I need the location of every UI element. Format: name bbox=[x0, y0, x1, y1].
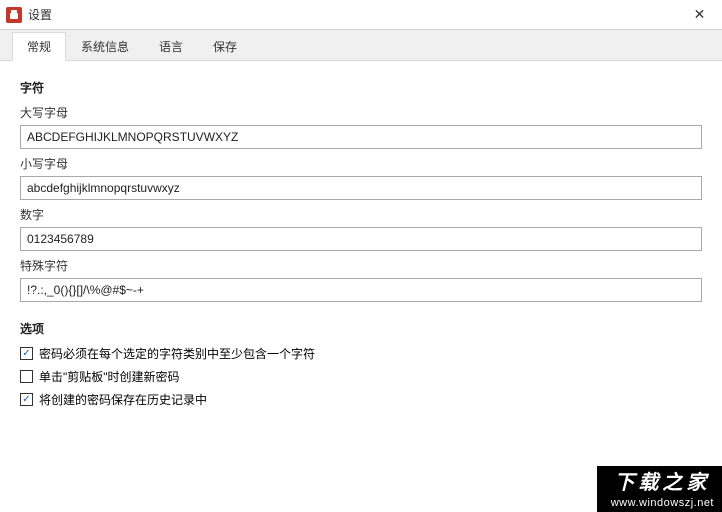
tab-save[interactable]: 保存 bbox=[198, 32, 252, 60]
watermark: 下载之家 www.windowszj.net bbox=[597, 466, 722, 512]
checkbox-icon: ✓ bbox=[20, 347, 33, 360]
uppercase-label: 大写字母 bbox=[20, 104, 702, 121]
special-input[interactable] bbox=[20, 278, 702, 302]
close-icon: ✕ bbox=[694, 6, 706, 23]
option-save-history[interactable]: ✓ 将创建的密码保存在历史记录中 bbox=[20, 391, 702, 408]
lowercase-label: 小写字母 bbox=[20, 155, 702, 172]
titlebar: 设置 ✕ bbox=[0, 0, 722, 30]
option-each-category[interactable]: ✓ 密码必须在每个选定的字符类别中至少包含一个字符 bbox=[20, 345, 702, 362]
digits-input[interactable] bbox=[20, 227, 702, 251]
chars-section-title: 字符 bbox=[20, 79, 702, 96]
lowercase-input[interactable] bbox=[20, 176, 702, 200]
options-section-title: 选项 bbox=[20, 320, 702, 337]
watermark-url: www.windowszj.net bbox=[611, 496, 714, 510]
uppercase-input[interactable] bbox=[20, 125, 702, 149]
window-title: 设置 bbox=[28, 6, 52, 23]
tab-content-general: 字符 大写字母 小写字母 数字 特殊字符 选项 ✓ 密码必须在每个选定的字符类别… bbox=[0, 61, 722, 428]
checkbox-icon bbox=[20, 370, 33, 383]
option-label: 密码必须在每个选定的字符类别中至少包含一个字符 bbox=[39, 345, 315, 362]
tab-general[interactable]: 常规 bbox=[12, 32, 66, 61]
special-label: 特殊字符 bbox=[20, 257, 702, 274]
checkbox-icon: ✓ bbox=[20, 393, 33, 406]
tab-bar: 常规 系统信息 语言 保存 bbox=[0, 30, 722, 61]
tab-system-info[interactable]: 系统信息 bbox=[66, 32, 144, 60]
option-clipboard-new[interactable]: 单击"剪贴板"时创建新密码 bbox=[20, 368, 702, 385]
tab-language[interactable]: 语言 bbox=[144, 32, 198, 60]
watermark-title: 下载之家 bbox=[611, 470, 714, 496]
app-icon bbox=[6, 7, 22, 23]
option-label: 将创建的密码保存在历史记录中 bbox=[39, 391, 207, 408]
close-button[interactable]: ✕ bbox=[677, 0, 722, 30]
digits-label: 数字 bbox=[20, 206, 702, 223]
option-label: 单击"剪贴板"时创建新密码 bbox=[39, 368, 180, 385]
